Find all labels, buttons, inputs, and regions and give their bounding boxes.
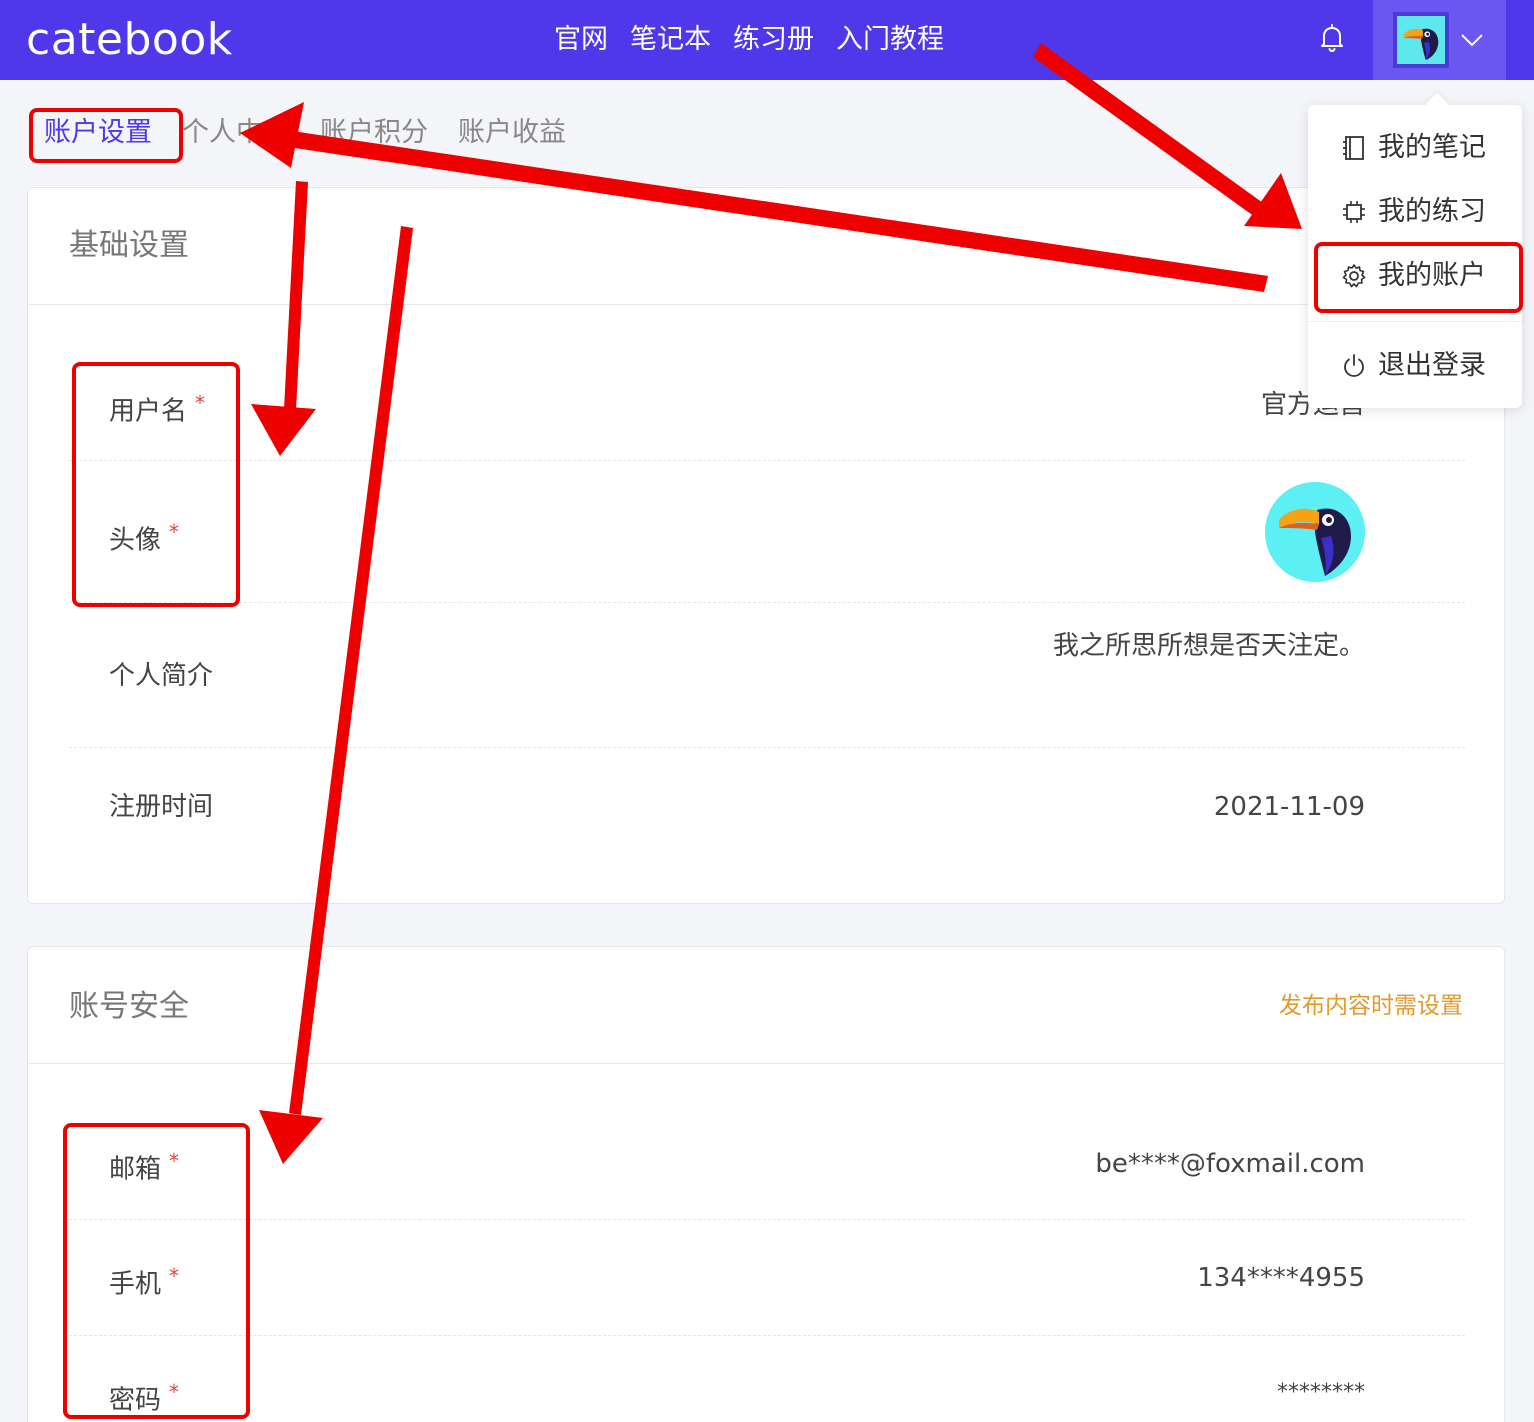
row-register-time: 注册时间 2021-11-09 [69, 748, 1465, 868]
logo[interactable]: catebook [26, 14, 233, 66]
email-value: be****@foxmail.com [1095, 1149, 1365, 1179]
top-navbar: catebook 官网 笔记本 练习册 入门教程 [0, 0, 1534, 80]
card-title: 账号安全 [69, 989, 189, 1024]
row-label: 个人简介 [109, 661, 214, 691]
row-avatar[interactable]: 头像 * [69, 461, 1465, 603]
chip-icon [1343, 201, 1365, 223]
bio-value: 我之所思所想是否天注定。 [1052, 631, 1365, 661]
row-label: 密码 * [109, 1380, 180, 1416]
user-menu-trigger[interactable] [1373, 0, 1506, 80]
account-tabs: 账户设置 个人中心 账户积分 账户收益 [44, 110, 566, 156]
nav-workbook[interactable]: 练习册 [733, 20, 814, 60]
menu-label: 我的账户 [1378, 260, 1486, 291]
row-label: 邮箱 * [109, 1149, 180, 1185]
tab-account-points[interactable]: 账户积分 [320, 110, 428, 156]
nav-tutorial[interactable]: 入门教程 [836, 20, 944, 60]
menu-my-notes[interactable]: 我的笔记 [1308, 120, 1522, 176]
gear-icon [1342, 264, 1366, 288]
menu-divider [1308, 321, 1522, 322]
bell-icon[interactable] [1317, 22, 1347, 54]
account-security-card: 账号安全 发布内容时需设置 邮箱 * be****@foxmail.com 手机 *… [27, 946, 1505, 1422]
main-nav: 官网 笔记本 练习册 入门教程 [554, 20, 944, 60]
avatar [1393, 12, 1449, 68]
menu-label: 我的练习 [1378, 196, 1486, 227]
basic-settings-card: 基础设置 新建 用户名* 官方运营 头像* 个人简介 我之所思所想是否天注定。 … [27, 187, 1505, 904]
row-label: 注册时间 [109, 792, 214, 822]
security-hint[interactable]: 发布内容时需设置 [1279, 989, 1463, 1023]
toucan-icon [1397, 16, 1445, 64]
menu-my-exercises[interactable]: 我的练习 [1308, 184, 1522, 240]
notebook-icon [1343, 136, 1364, 160]
tab-account-earnings[interactable]: 账户收益 [458, 110, 566, 156]
avatar[interactable] [1265, 482, 1365, 582]
power-icon [1344, 354, 1364, 377]
password-value: ******** [1277, 1380, 1365, 1405]
user-dropdown-menu: 我的笔记 我的练习 我的账户 退出登录 [1308, 105, 1522, 408]
phone-value: 134****4955 [1197, 1263, 1365, 1293]
chevron-down-icon [1459, 28, 1485, 52]
row-email[interactable]: 邮箱 * be****@foxmail.com [69, 1104, 1465, 1220]
row-bio[interactable]: 个人简介 我之所思所想是否天注定。 [69, 603, 1465, 748]
menu-logout[interactable]: 退出登录 [1308, 338, 1522, 394]
row-password[interactable]: 密码 * ******** [69, 1336, 1465, 1422]
tab-account-settings[interactable]: 账户设置 [44, 110, 152, 156]
menu-label: 我的笔记 [1378, 132, 1486, 163]
row-label: 手机 * [109, 1264, 180, 1300]
menu-label: 退出登录 [1378, 350, 1486, 381]
row-label: 头像 * [109, 520, 180, 556]
register-time-value: 2021-11-09 [1213, 792, 1365, 822]
card-header: 账号安全 发布内容时需设置 [28, 947, 1504, 1064]
nav-notebook[interactable]: 笔记本 [630, 20, 711, 60]
toucan-icon [1265, 482, 1365, 582]
nav-website[interactable]: 官网 [554, 20, 608, 60]
card-header: 基础设置 新建 [28, 188, 1504, 305]
card-title: 基础设置 [69, 228, 189, 263]
menu-my-account[interactable]: 我的账户 [1308, 248, 1522, 304]
row-username[interactable]: 用户名* 官方运营 [69, 361, 1465, 461]
row-label: 用户名 * [109, 391, 206, 427]
row-phone[interactable]: 手机 * 134****4955 [69, 1220, 1465, 1336]
tab-personal-center[interactable]: 个人中心 [182, 110, 290, 156]
